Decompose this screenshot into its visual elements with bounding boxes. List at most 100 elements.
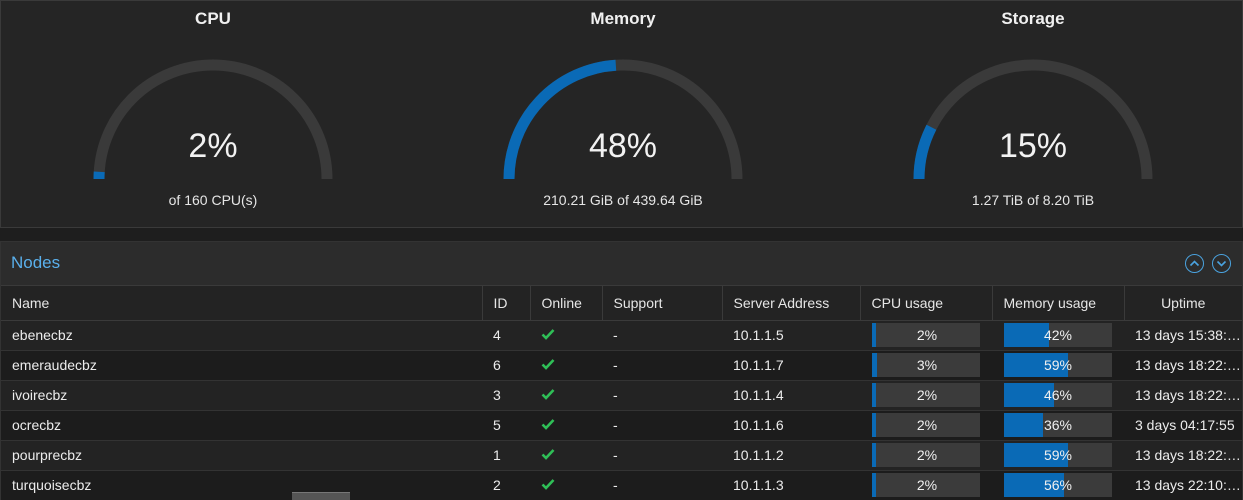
- memory-usage-label: 59%: [1043, 357, 1073, 373]
- node-online: [530, 380, 602, 411]
- node-name: pourprecbz: [1, 440, 482, 471]
- nodes-panel: Nodes Name ID Online Support Server Addr…: [0, 241, 1243, 500]
- node-cpu-usage: 2%: [860, 410, 992, 441]
- scrollbar-handle[interactable]: [292, 492, 350, 500]
- chevron-down-icon: [1216, 260, 1227, 267]
- node-support: -: [602, 350, 722, 381]
- node-memory-usage: 59%: [992, 440, 1124, 471]
- node-cpu-usage: 2%: [860, 470, 992, 500]
- cpu-usage-bar: 2%: [872, 323, 980, 347]
- gauge-subtitle: of 160 CPU(s): [168, 192, 258, 208]
- node-id: 4: [482, 320, 530, 351]
- node-uptime: 13 days 18:22:41: [1124, 380, 1242, 411]
- table-row[interactable]: turquoisecbz 2 -10.1.1.3 2% 56% 13 days 22:10…: [1, 470, 1242, 500]
- node-online: [530, 350, 602, 381]
- gauge-value: 2%: [188, 127, 238, 165]
- collapse-button[interactable]: [1185, 254, 1204, 273]
- node-support: -: [602, 410, 722, 441]
- node-support: -: [602, 380, 722, 411]
- storage-gauge: Storage 15% 1.27 TiB of 8.20 TiB: [883, 1, 1183, 229]
- node-name: ivoirecbz: [1, 380, 482, 411]
- node-uptime: 13 days 15:38:10: [1124, 320, 1242, 351]
- cpu-usage-bar: 2%: [872, 473, 980, 497]
- node-cpu-usage: 2%: [860, 380, 992, 411]
- node-name: emeraudecbz: [1, 350, 482, 381]
- table-header-row: Name ID Online Support Server Address CP…: [1, 286, 1242, 321]
- gauge-value: 48%: [588, 127, 658, 165]
- node-name: ocrecbz: [1, 410, 482, 441]
- nodes-panel-header: Nodes: [1, 242, 1242, 286]
- chevron-up-icon: [1189, 260, 1200, 267]
- node-uptime: 13 days 18:22:41: [1124, 440, 1242, 471]
- node-memory-usage: 46%: [992, 380, 1124, 411]
- expand-button[interactable]: [1212, 254, 1231, 273]
- node-memory-usage: 56%: [992, 470, 1124, 500]
- memory-usage-bar: 59%: [1004, 443, 1112, 467]
- cpu-gauge: CPU 2% of 160 CPU(s): [63, 1, 363, 229]
- column-header-cpu-usage[interactable]: CPU usage: [860, 286, 993, 321]
- table-row[interactable]: emeraudecbz 6 -10.1.1.7 3% 59% 13 days 18:22:…: [1, 350, 1242, 381]
- node-name: turquoisecbz: [1, 470, 482, 500]
- node-address: 10.1.1.4: [722, 380, 860, 411]
- memory-usage-bar: 56%: [1004, 473, 1112, 497]
- column-header-support[interactable]: Support: [602, 286, 723, 321]
- gauge-subtitle: 210.21 GiB of 439.64 GiB: [543, 192, 703, 208]
- node-address: 10.1.1.2: [722, 440, 860, 471]
- node-address: 10.1.1.5: [722, 320, 860, 351]
- cpu-usage-label: 2%: [916, 477, 938, 493]
- node-uptime: 3 days 04:17:55: [1124, 410, 1242, 441]
- node-id: 2: [482, 470, 530, 500]
- cpu-usage-label: 3%: [916, 357, 938, 373]
- check-icon: [541, 449, 555, 460]
- memory-usage-label: 46%: [1043, 387, 1073, 403]
- node-online: [530, 440, 602, 471]
- node-address: 10.1.1.3: [722, 470, 860, 500]
- memory-usage-bar: 42%: [1004, 323, 1112, 347]
- node-id: 6: [482, 350, 530, 381]
- node-support: -: [602, 470, 722, 500]
- node-online: [530, 410, 602, 441]
- cpu-usage-label: 2%: [916, 447, 938, 463]
- node-uptime: 13 days 18:22:41: [1124, 350, 1242, 381]
- cpu-usage-label: 2%: [916, 327, 938, 343]
- node-support: -: [602, 440, 722, 471]
- column-header-uptime[interactable]: Uptime: [1124, 286, 1242, 321]
- column-header-memory-usage[interactable]: Memory usage: [992, 286, 1125, 321]
- node-cpu-usage: 2%: [860, 320, 992, 351]
- node-id: 5: [482, 410, 530, 441]
- cpu-usage-bar: 3%: [872, 353, 980, 377]
- check-icon: [541, 479, 555, 490]
- gauge-value: 15%: [998, 127, 1068, 165]
- node-uptime: 13 days 22:10:33: [1124, 470, 1242, 500]
- table-row[interactable]: ebenecbz 4 -10.1.1.5 2% 42% 13 days 15:38:10: [1, 320, 1242, 351]
- node-id: 3: [482, 380, 530, 411]
- node-online: [530, 320, 602, 351]
- column-header-online[interactable]: Online: [530, 286, 603, 321]
- node-name: ebenecbz: [1, 320, 482, 351]
- cpu-usage-label: 2%: [916, 417, 938, 433]
- node-address: 10.1.1.6: [722, 410, 860, 441]
- memory-usage-bar: 46%: [1004, 383, 1112, 407]
- gauges-panel: CPU 2% of 160 CPU(s) Memory 48% 210.21 G…: [0, 0, 1243, 228]
- node-memory-usage: 59%: [992, 350, 1124, 381]
- check-icon: [541, 389, 555, 400]
- column-header-id[interactable]: ID: [482, 286, 531, 321]
- cpu-usage-bar: 2%: [872, 383, 980, 407]
- check-icon: [541, 419, 555, 430]
- cpu-usage-bar: 2%: [872, 413, 980, 437]
- node-online: [530, 470, 602, 500]
- memory-gauge: Memory 48% 210.21 GiB of 439.64 GiB: [473, 1, 773, 229]
- cpu-usage-label: 2%: [916, 387, 938, 403]
- table-row[interactable]: ocrecbz 5 -10.1.1.6 2% 36% 3 days 04:17:55: [1, 410, 1242, 441]
- memory-usage-bar: 36%: [1004, 413, 1112, 437]
- nodes-table: Name ID Online Support Server Address CP…: [1, 286, 1242, 500]
- column-header-name[interactable]: Name: [1, 286, 483, 321]
- memory-usage-label: 42%: [1043, 327, 1073, 343]
- table-row[interactable]: ivoirecbz 3 -10.1.1.4 2% 46% 13 days 18:22:41: [1, 380, 1242, 411]
- table-row[interactable]: pourprecbz 1 -10.1.1.2 2% 59% 13 days 18:22:4…: [1, 440, 1242, 471]
- node-memory-usage: 36%: [992, 410, 1124, 441]
- node-support: -: [602, 320, 722, 351]
- cpu-usage-bar: 2%: [872, 443, 980, 467]
- column-header-server-address[interactable]: Server Address: [722, 286, 861, 321]
- node-id: 1: [482, 440, 530, 471]
